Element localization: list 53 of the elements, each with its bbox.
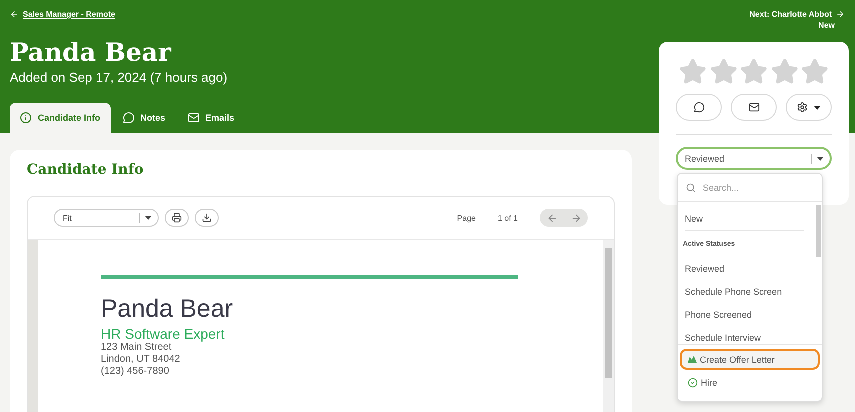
section-title: Candidate Info [27, 162, 145, 178]
forward-arrow-icon [570, 212, 582, 224]
email-button[interactable] [731, 94, 777, 121]
caret-icon [145, 216, 152, 220]
status-action[interactable]: Create Offer Letter [680, 349, 820, 370]
page-label: Page [457, 214, 476, 222]
resume-contact-line: (123) 456-7890 [101, 366, 170, 378]
comment-button[interactable] [676, 94, 722, 121]
mail-icon [188, 112, 200, 124]
check-circle-icon [688, 378, 698, 388]
added-date: Added on Sep 17, 2024 (7 hours ago) [10, 70, 228, 85]
resume-contact-line: Lindon, UT 84042 [101, 354, 182, 366]
chat-icon [694, 102, 704, 113]
download-button[interactable] [195, 209, 219, 227]
rating-star[interactable] [801, 58, 829, 86]
back-arrow-icon [546, 212, 558, 224]
forward-arrow-icon [836, 10, 845, 19]
settings-button[interactable] [786, 94, 832, 121]
back-arrow-icon [10, 10, 19, 19]
back-link[interactable]: Sales Manager - Remote [10, 10, 116, 19]
status-option[interactable]: Schedule Phone Screen [678, 280, 814, 303]
scrollbar[interactable] [603, 240, 614, 412]
status-option[interactable]: Phone Screened [678, 303, 814, 326]
next-candidate-link[interactable]: Next: Charlotte Abbot [750, 10, 845, 19]
status-option[interactable]: Reviewed [678, 257, 814, 280]
print-button[interactable] [165, 209, 189, 227]
rating-star[interactable] [710, 58, 738, 86]
mail-icon [748, 102, 760, 113]
resume-contact-line: 123 Main Street [101, 342, 173, 354]
page-count: 1 of 1 [498, 214, 518, 222]
resume-headline: HR Software Expert [101, 326, 226, 342]
zoom-select[interactable]: Fit [54, 209, 159, 227]
download-icon [202, 213, 212, 223]
tab[interactable]: Candidate Info [10, 103, 110, 133]
tab[interactable]: Emails [178, 103, 245, 133]
caret-icon [814, 106, 821, 110]
status-action[interactable]: Hire [680, 372, 820, 393]
settings-icon [797, 102, 808, 113]
rating-star[interactable] [770, 58, 798, 86]
search-icon [686, 182, 696, 192]
next-candidate-status: New [818, 21, 835, 30]
status-option[interactable]: New [678, 207, 814, 230]
chat-icon [122, 112, 134, 124]
status-option[interactable]: Schedule Interview [678, 326, 814, 349]
caret-icon [817, 156, 824, 160]
printer-icon [172, 213, 182, 223]
candidate-name: Panda Bear [10, 38, 172, 68]
tab[interactable]: Notes [112, 103, 176, 133]
resume-name: Panda Bear [101, 295, 234, 323]
rating-star[interactable] [740, 58, 768, 86]
info-icon [20, 112, 32, 124]
status-select[interactable]: Reviewed [676, 147, 832, 170]
rating-star[interactable] [679, 58, 707, 86]
